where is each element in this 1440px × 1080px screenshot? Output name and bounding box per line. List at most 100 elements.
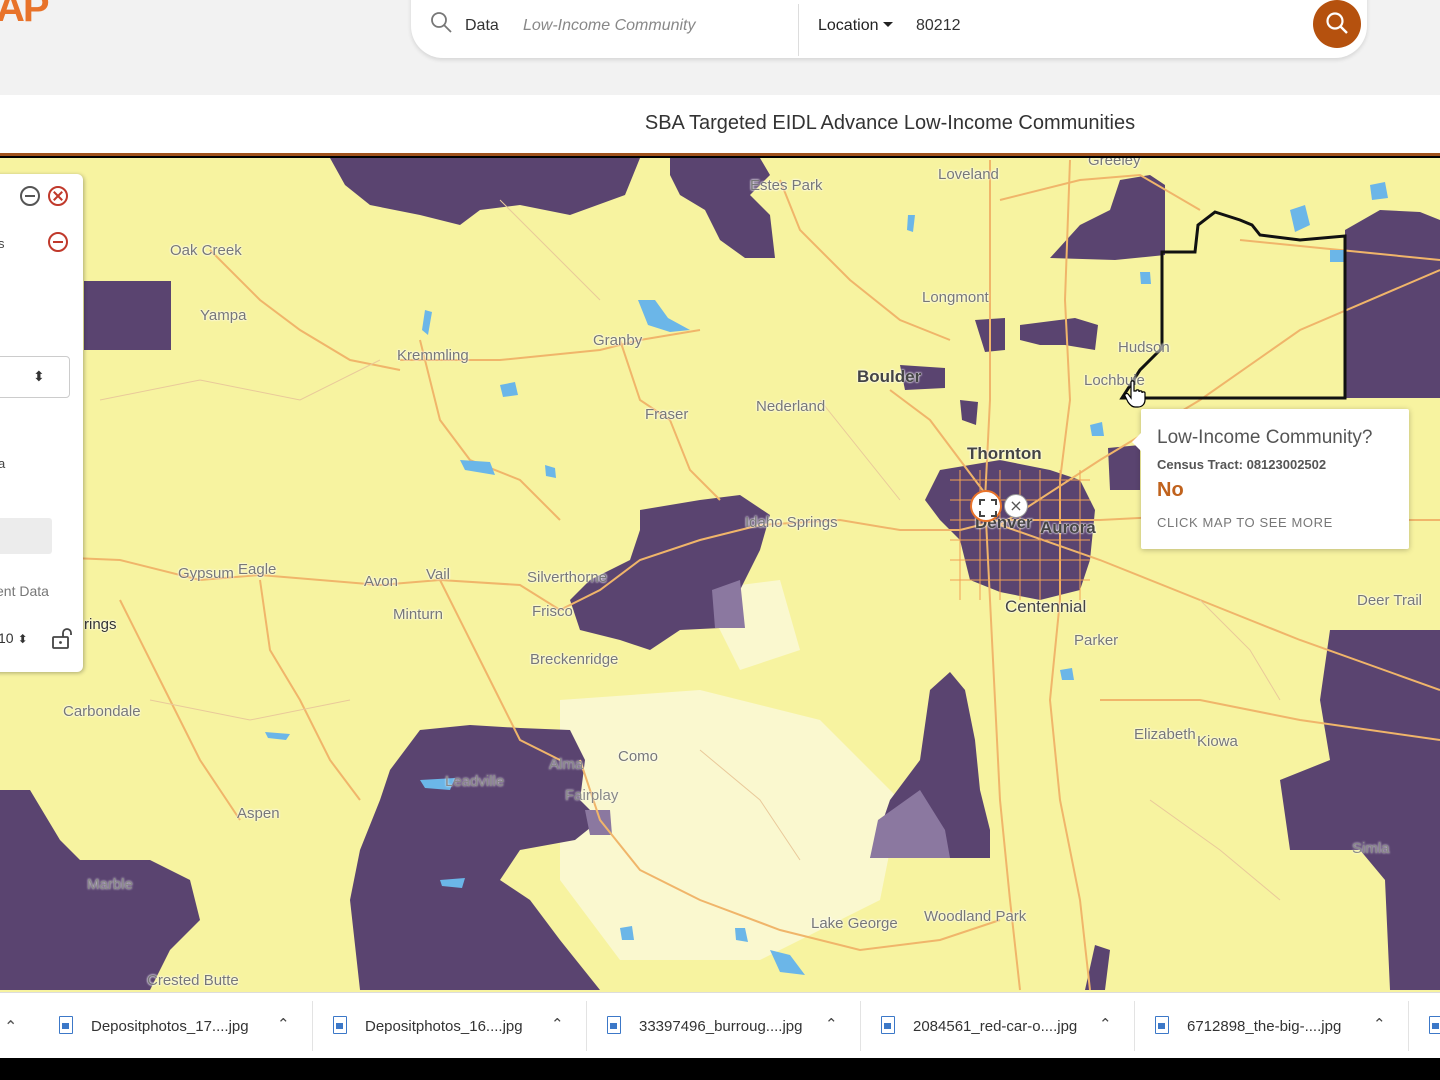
place-label: Idaho Springs [745, 514, 838, 531]
place-label: Yampa [200, 307, 247, 324]
download-item[interactable]: Depositphotos_16....jpg ⌃ [313, 1001, 587, 1051]
place-label: Granby [593, 332, 643, 349]
map-title: SBA Targeted EIDL Advance Low-Income Com… [644, 112, 1136, 134]
data-label: Data [465, 17, 499, 34]
caret-down-icon [882, 22, 893, 27]
place-label: Aurora [1040, 518, 1096, 537]
panel-field[interactable] [0, 518, 52, 554]
place-label: Crested Butte [147, 972, 239, 989]
place-label: Deer Trail [1357, 592, 1423, 609]
location-label: Location [818, 17, 879, 34]
search-bar: Data Location [411, 0, 1367, 58]
place-label: Greeley [1088, 158, 1141, 169]
app-window: AP Data Location SBA Targeted EIDL Advan… [0, 0, 1440, 1080]
search-button[interactable] [1313, 0, 1361, 48]
download-filename: Depositphotos_16....jpg [365, 1018, 523, 1035]
image-file-icon [607, 1016, 621, 1034]
image-file-icon [59, 1016, 73, 1034]
chevron-up-icon[interactable]: ⌃ [4, 1017, 17, 1036]
place-label: Gypsum [178, 565, 234, 582]
search-divider [798, 4, 799, 56]
map-canvas[interactable]: Oak Creek Yampa Kremmling Granby Estes P… [0, 158, 1440, 992]
image-file-icon [333, 1016, 347, 1034]
download-filename: Depositphotos_17....jpg [91, 1018, 249, 1035]
chevron-up-icon[interactable]: ⌃ [277, 1015, 290, 1033]
place-label: Loveland [938, 166, 999, 183]
logo: AP [0, 0, 50, 30]
unlock-icon[interactable] [50, 626, 74, 650]
select-arrows-icon: ⬍ [17, 632, 28, 646]
download-item[interactable]: 6712898_the-big-....jpg ⌃ [1135, 1001, 1409, 1051]
download-item[interactable]: Depositphotos_17....jpg ⌃ [39, 1001, 313, 1051]
popup-title: Low-Income Community? [1157, 427, 1373, 448]
layer-select[interactable]: ⬍ [0, 356, 70, 398]
place-label: Alma [549, 756, 584, 773]
header-bar: AP Data Location [0, 0, 1440, 95]
download-filename: 2084561_red-car-o....jpg [913, 1018, 1078, 1035]
place-label: Centennial [1005, 597, 1087, 616]
place-label: Carbondale [63, 703, 141, 720]
place-label: Silverthorne [527, 569, 608, 586]
place-label: Kiowa [1197, 733, 1238, 750]
panel-label: a [0, 456, 6, 471]
place-label: Estes Park [750, 177, 823, 194]
chevron-up-icon[interactable]: ⌃ [1099, 1015, 1112, 1033]
chevron-up-icon[interactable]: ⌃ [551, 1015, 564, 1033]
place-label: Fairplay [565, 787, 619, 804]
layer-panel: s ⬍ a ent Data 10 ⬍ [0, 174, 83, 672]
image-file-icon [1429, 1016, 1440, 1034]
place-label: Minturn [393, 606, 444, 623]
place-label: Vail [426, 566, 450, 583]
search-icon [1326, 12, 1348, 34]
popup-pointer [1132, 433, 1141, 451]
data-search-input[interactable] [523, 12, 793, 40]
place-label: Boulder [857, 367, 922, 386]
place-label: Oak Creek [170, 242, 242, 259]
place-label: rings [84, 616, 117, 633]
see-more-link[interactable]: CLICK MAP TO SEE MORE [1157, 515, 1333, 530]
data-year-label: ent Data [0, 583, 49, 599]
place-label: Longmont [922, 289, 989, 306]
place-label: Hudson [1118, 339, 1170, 356]
select-arrows-icon: ⬍ [33, 369, 45, 385]
place-label: Parker [1074, 632, 1119, 649]
year-select[interactable]: 10 ⬍ [0, 630, 28, 646]
place-label: Eagle [238, 561, 277, 578]
place-label: Avon [364, 573, 398, 590]
place-label: Frisco [532, 603, 573, 620]
minimize-icon[interactable] [20, 186, 40, 206]
download-filename: 33397496_burroug....jpg [639, 1018, 803, 1035]
hand-cursor-icon [1124, 380, 1146, 408]
place-label: Fraser [645, 406, 689, 423]
download-item[interactable]: 33397496_burroug....jpg ⌃ [587, 1001, 861, 1051]
download-item[interactable]: 2084561_red-car-o....jpg ⌃ [861, 1001, 1135, 1051]
download-item-partial[interactable] [1409, 1001, 1440, 1051]
place-label: Simla [1352, 840, 1390, 857]
place-label: Woodland Park [924, 908, 1027, 925]
place-label: Elizabeth [1134, 726, 1196, 743]
map-marker-select-icon[interactable] [970, 490, 1002, 522]
image-file-icon [1155, 1016, 1169, 1034]
location-dropdown[interactable]: Location [818, 17, 893, 35]
place-label: Leadville [445, 773, 505, 790]
location-input[interactable] [916, 12, 1296, 40]
download-bar: ⌃ Depositphotos_17....jpg ⌃ Depositphoto… [0, 992, 1440, 1058]
search-icon [431, 12, 452, 33]
popup-answer: No [1157, 479, 1184, 501]
close-icon[interactable] [48, 186, 68, 206]
image-file-icon [881, 1016, 895, 1034]
download-filename: 6712898_the-big-....jpg [1187, 1018, 1342, 1035]
panel-label: s [0, 236, 5, 251]
place-label: Thornton [967, 444, 1042, 463]
place-label: Lake George [811, 915, 898, 932]
chevron-up-icon[interactable]: ⌃ [825, 1015, 838, 1033]
remove-layer-icon[interactable] [48, 232, 68, 252]
chevron-up-icon[interactable]: ⌃ [1373, 1015, 1386, 1033]
marker-close-icon[interactable]: × [1004, 494, 1028, 518]
info-popup: Low-Income Community? Census Tract: 0812… [1132, 409, 1409, 549]
place-label: Breckenridge [530, 651, 619, 668]
place-label: Nederland [756, 398, 826, 415]
place-label: Como [618, 748, 659, 765]
place-label: Aspen [237, 805, 280, 822]
taskbar-edge [0, 1058, 1440, 1080]
